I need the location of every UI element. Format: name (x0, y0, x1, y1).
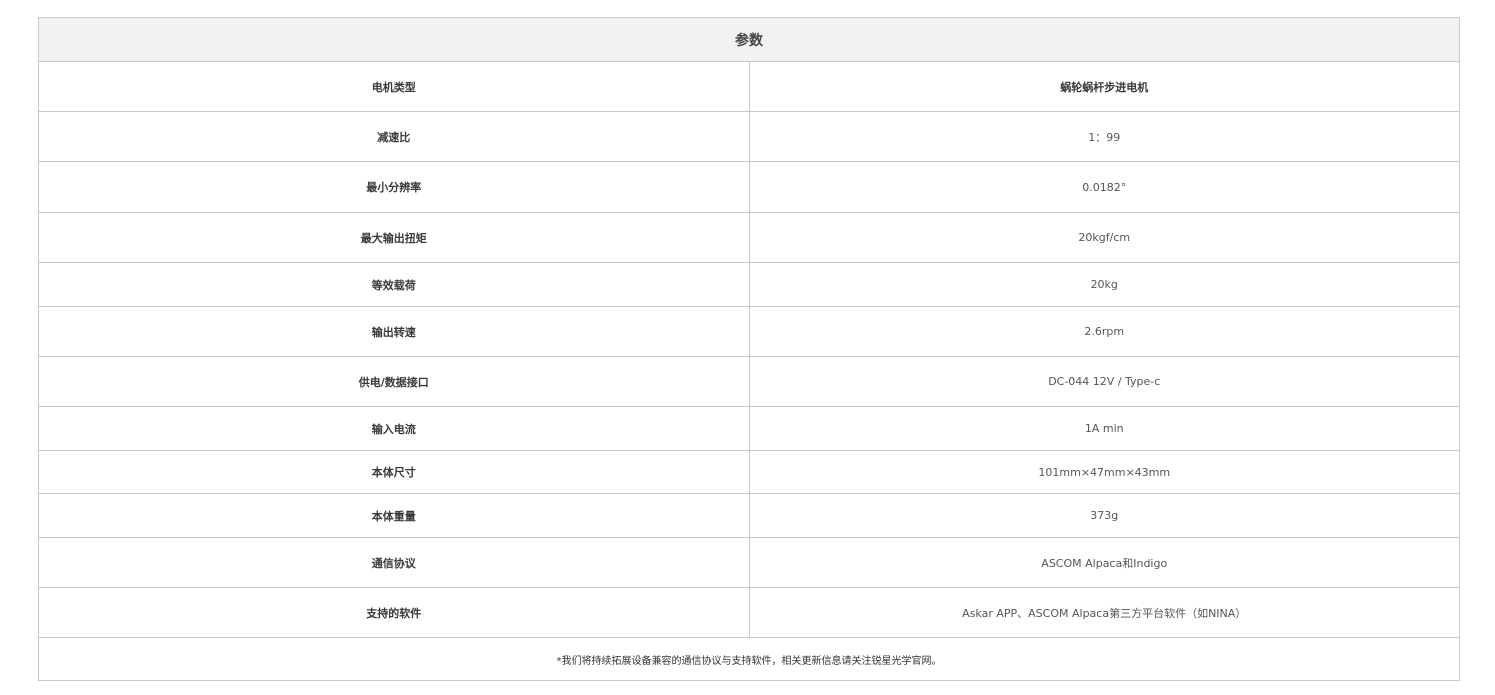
table-row: 本体重量 373g (38, 493, 1460, 538)
table-row: 供电/数据接口 DC-044 12V / Type-c (38, 356, 1460, 407)
spec-label-min-resolution: 最小分辨率 (38, 161, 750, 213)
spec-value-protocol: ASCOM Alpaca和Indigo (748, 537, 1460, 588)
table-title: 参数 (38, 17, 1460, 62)
spec-value-power-data-port: DC-044 12V / Type-c (748, 356, 1460, 407)
table-row: 支持的软件 Askar APP、ASCOM Alpaca第三方平台软件（如NIN… (38, 587, 1460, 638)
spec-table: 参数 电机类型 蜗轮蜗杆步进电机 减速比 1：99 最小分辨率 0.0182° … (38, 17, 1460, 681)
spec-label-motor-type: 电机类型 (38, 61, 750, 112)
spec-label-body-weight: 本体重量 (38, 493, 750, 538)
spec-label-input-current: 输入电流 (38, 406, 750, 451)
table-row: 本体尺寸 101mm×47mm×43mm (38, 450, 1460, 494)
spec-value-supported-software: Askar APP、ASCOM Alpaca第三方平台软件（如NINA） (748, 587, 1460, 638)
spec-value-reduction-ratio: 1：99 (748, 111, 1460, 162)
table-row: 输入电流 1A min (38, 406, 1460, 451)
spec-label-protocol: 通信协议 (38, 537, 750, 588)
table-footnote: *我们将持续拓展设备兼容的通信协议与支持软件，相关更新信息请关注锐星光学官网。 (38, 637, 1460, 681)
table-row: 最小分辨率 0.0182° (38, 161, 1460, 213)
spec-label-supported-software: 支持的软件 (38, 587, 750, 638)
table-row: 电机类型 蜗轮蜗杆步进电机 (38, 61, 1460, 112)
spec-label-equivalent-load: 等效载荷 (38, 262, 750, 307)
spec-label-max-torque: 最大输出扭矩 (38, 212, 750, 263)
table-row: 最大输出扭矩 20kgf/cm (38, 212, 1460, 263)
spec-label-power-data-port: 供电/数据接口 (38, 356, 750, 407)
table-row: 通信协议 ASCOM Alpaca和Indigo (38, 537, 1460, 588)
table-row: 等效载荷 20kg (38, 262, 1460, 307)
spec-value-max-torque: 20kgf/cm (748, 212, 1460, 263)
table-header-row: 参数 (38, 17, 1460, 62)
spec-value-min-resolution: 0.0182° (748, 161, 1460, 213)
spec-label-output-speed: 输出转速 (38, 306, 750, 357)
table-row: 输出转速 2.6rpm (38, 306, 1460, 357)
spec-value-body-size: 101mm×47mm×43mm (748, 450, 1460, 494)
spec-value-output-speed: 2.6rpm (748, 306, 1460, 357)
spec-value-motor-type: 蜗轮蜗杆步进电机 (748, 61, 1460, 112)
spec-label-reduction-ratio: 减速比 (38, 111, 750, 162)
spec-value-input-current: 1A min (748, 406, 1460, 451)
table-footnote-row: *我们将持续拓展设备兼容的通信协议与支持软件，相关更新信息请关注锐星光学官网。 (38, 637, 1460, 681)
spec-value-body-weight: 373g (748, 493, 1460, 538)
spec-value-equivalent-load: 20kg (748, 262, 1460, 307)
table-row: 减速比 1：99 (38, 111, 1460, 162)
spec-label-body-size: 本体尺寸 (38, 450, 750, 494)
